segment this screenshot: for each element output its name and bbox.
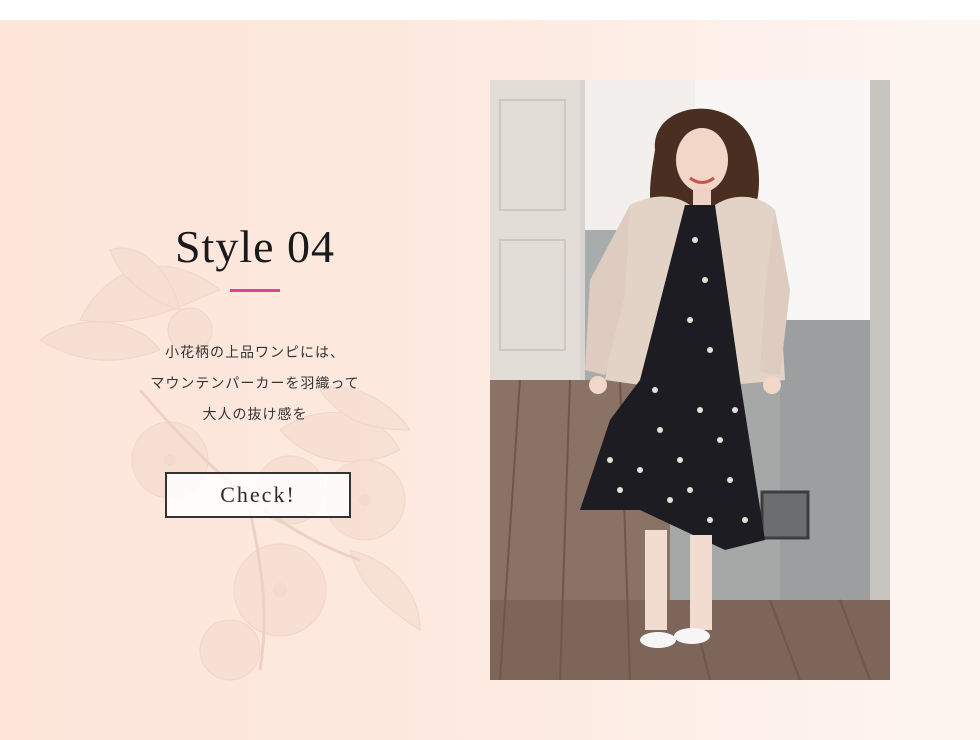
style-section: Style 04 小花柄の上品ワンピには、 マウンテンパーカーを羽織って 大人の… [0, 20, 980, 740]
description-line: 小花柄の上品ワンピには、 [165, 345, 345, 361]
description-line: 大人の抜け感を [202, 407, 308, 423]
title-underline [230, 289, 280, 292]
section-title: Style 04 [174, 221, 336, 272]
description-line: マウンテンパーカーを羽織って [150, 376, 360, 392]
flower-illustration [39, 247, 421, 681]
check-button[interactable]: Check! [165, 472, 351, 518]
section-description: 小花柄の上品ワンピには、 マウンテンパーカーを羽織って 大人の抜け感を [110, 338, 400, 431]
model-photo[interactable] [490, 80, 890, 680]
